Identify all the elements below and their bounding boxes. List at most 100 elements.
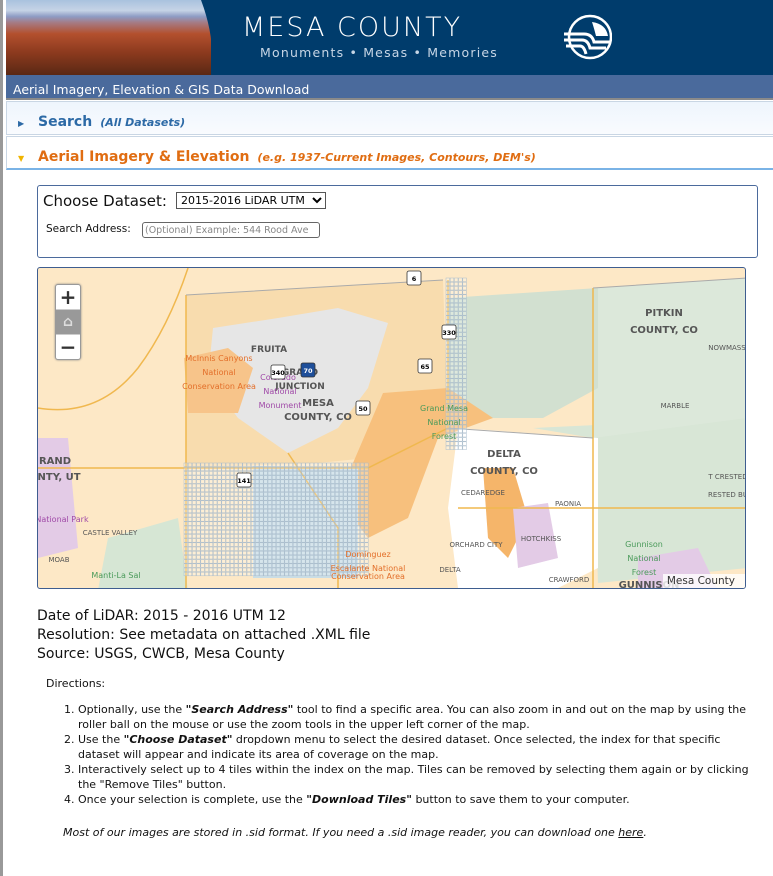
lidar-tile[interactable] (305, 525, 310, 530)
lidar-tile[interactable] (343, 517, 348, 522)
lidar-tile[interactable] (339, 546, 344, 551)
lidar-tile[interactable] (458, 286, 463, 291)
lidar-tile[interactable] (330, 508, 335, 514)
lidar-tile[interactable] (334, 479, 340, 484)
lidar-tile[interactable] (301, 538, 306, 543)
lidar-tile[interactable] (313, 559, 319, 564)
lidar-tile[interactable] (221, 550, 226, 556)
lidar-tile[interactable] (339, 508, 344, 514)
lidar-tile[interactable] (229, 567, 235, 572)
lidar-tile[interactable] (462, 395, 467, 400)
lidar-tile[interactable] (445, 311, 450, 316)
lidar-tile[interactable] (458, 374, 463, 379)
lidar-tile[interactable] (221, 508, 226, 514)
lidar-tile[interactable] (297, 466, 302, 472)
lidar-tile[interactable] (238, 517, 243, 522)
lidar-tile[interactable] (355, 559, 361, 564)
lidar-tile[interactable] (217, 550, 222, 556)
lidar-tile[interactable] (284, 542, 289, 547)
lidar-tile[interactable] (318, 534, 323, 539)
lidar-tile[interactable] (192, 462, 197, 467)
lidar-tile[interactable] (271, 492, 277, 497)
lidar-tile[interactable] (196, 483, 201, 488)
lidar-tile[interactable] (263, 483, 268, 488)
lidar-tile[interactable] (309, 555, 314, 560)
lidar-tile[interactable] (204, 559, 209, 564)
lidar-tile[interactable] (259, 563, 264, 568)
lidar-tile[interactable] (449, 281, 455, 287)
lidar-tile[interactable] (292, 462, 298, 467)
lidar-tile[interactable] (458, 357, 463, 362)
lidar-tile[interactable] (271, 542, 277, 547)
lidar-tile[interactable] (449, 365, 455, 371)
lidar-tile[interactable] (196, 487, 201, 493)
lidar-tile[interactable] (445, 294, 450, 299)
lidar-tile[interactable] (458, 437, 463, 442)
lidar-tile[interactable] (355, 462, 361, 467)
lidar-tile[interactable] (313, 475, 319, 480)
lidar-tile[interactable] (242, 571, 247, 577)
lidar-tile[interactable] (213, 517, 218, 522)
lidar-tile[interactable] (276, 567, 281, 572)
lidar-tile[interactable] (271, 555, 277, 560)
lidar-tile[interactable] (305, 517, 310, 522)
lidar-tile[interactable] (305, 504, 310, 509)
lidar-tile[interactable] (204, 538, 209, 543)
lidar-tile[interactable] (305, 496, 310, 501)
lidar-tile[interactable] (267, 462, 272, 467)
lidar-tile[interactable] (280, 563, 285, 568)
lidar-tile[interactable] (280, 483, 285, 488)
lidar-tile[interactable] (200, 513, 205, 518)
lidar-tile[interactable] (187, 534, 193, 539)
lidar-tile[interactable] (217, 555, 222, 560)
lidar-tile[interactable] (208, 462, 214, 467)
lidar-tile[interactable] (259, 538, 264, 543)
lidar-tile[interactable] (221, 542, 226, 547)
lidar-tile[interactable] (347, 504, 352, 509)
lidar-tile[interactable] (318, 508, 323, 514)
lidar-tile[interactable] (234, 517, 239, 522)
lidar-tile[interactable] (462, 294, 467, 299)
lidar-tile[interactable] (280, 479, 285, 484)
lidar-tile[interactable] (263, 475, 268, 480)
lidar-tile[interactable] (301, 525, 306, 530)
lidar-tile[interactable] (301, 567, 306, 572)
lidar-tile[interactable] (330, 471, 335, 476)
lidar-tile[interactable] (217, 546, 222, 551)
lidar-tile[interactable] (267, 466, 272, 472)
lidar-tile[interactable] (454, 298, 459, 303)
lidar-tile[interactable] (301, 550, 306, 556)
lidar-tile[interactable] (292, 475, 298, 480)
lidar-tile[interactable] (238, 534, 243, 539)
lidar-tile[interactable] (259, 483, 264, 488)
lidar-tile[interactable] (309, 508, 314, 514)
lidar-tile[interactable] (330, 500, 335, 505)
lidar-tile[interactable] (255, 504, 260, 509)
lidar-tile[interactable] (271, 525, 277, 530)
lidar-tile[interactable] (183, 500, 188, 505)
lidar-tile[interactable] (322, 513, 327, 518)
lidar-tile[interactable] (259, 559, 264, 564)
lidar-tile[interactable] (330, 475, 335, 480)
lidar-tile[interactable] (250, 517, 256, 522)
lidar-tile[interactable] (250, 529, 256, 535)
lidar-tile[interactable] (255, 567, 260, 572)
lidar-tile[interactable] (355, 538, 361, 543)
lidar-tile[interactable] (326, 496, 331, 501)
lidar-tile[interactable] (288, 534, 293, 539)
lidar-tile[interactable] (259, 555, 264, 560)
lidar-tile[interactable] (225, 529, 230, 535)
lidar-tile[interactable] (229, 550, 235, 556)
lidar-tile[interactable] (313, 542, 319, 547)
lidar-tile[interactable] (351, 504, 356, 509)
lidar-tile[interactable] (255, 563, 260, 568)
lidar-tile[interactable] (449, 294, 455, 299)
lidar-tile[interactable] (221, 571, 226, 577)
lidar-tile[interactable] (284, 567, 289, 572)
lidar-tile[interactable] (250, 471, 256, 476)
lidar-tile[interactable] (318, 500, 323, 505)
lidar-tile[interactable] (449, 290, 455, 295)
lidar-tile[interactable] (225, 555, 230, 560)
lidar-tile[interactable] (217, 517, 222, 522)
lidar-tile[interactable] (208, 466, 214, 472)
